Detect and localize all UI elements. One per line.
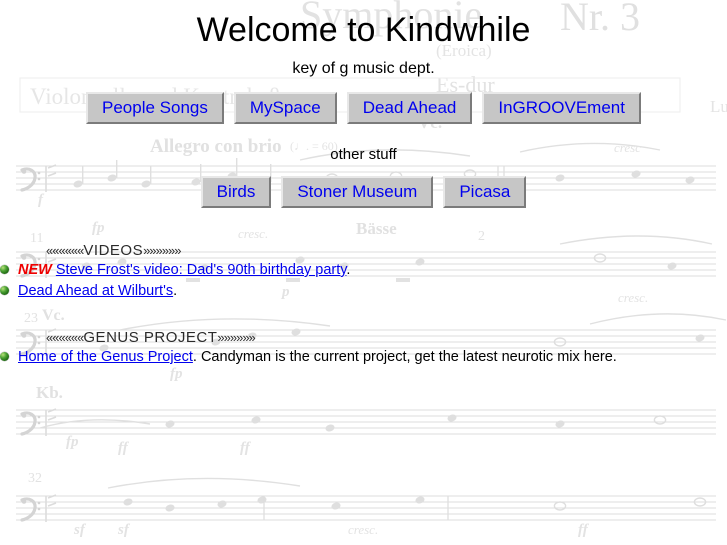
list-item-suffix: . (346, 262, 351, 278)
guillemets-right: »»»»»» (217, 330, 255, 345)
guillemets-right: »»»»»» (143, 243, 181, 258)
videos-section-heading: ««««««VIDEOS»»»»»» (0, 208, 727, 260)
genus-section-heading: ««««««GENUS PROJECT»»»»»» (0, 302, 727, 347)
nav-button-picasa[interactable]: Picasa (443, 176, 527, 208)
nav-button-stoner-museum[interactable]: Stoner Museum (281, 176, 434, 208)
page-title: Welcome to Kindwhile (196, 11, 531, 49)
nav-button-people-songs[interactable]: People Songs (86, 92, 224, 124)
list-item: NEW Steve Frost's video: Dad's 90th birth… (0, 260, 727, 281)
page-root: Welcome to Kindwhile key of g music dept… (0, 0, 727, 545)
page-subtitle: key of g music dept. (292, 60, 435, 77)
genus-description-text: . Candyman is the current project, get t… (192, 349, 617, 365)
video-link-dead-ahead-wilburts[interactable]: Dead Ahead at Wilburt's (18, 283, 173, 299)
videos-heading-text: VIDEOS (83, 242, 144, 259)
list-item: Dead Ahead at Wilburt's. (0, 281, 727, 302)
nav-button-ingroovement[interactable]: InGROOVEment (482, 92, 641, 124)
nav-button-myspace[interactable]: MySpace (233, 92, 337, 124)
genus-home-link[interactable]: Home of the Genus Project (18, 349, 193, 365)
nav-button-dead-ahead[interactable]: Dead Ahead (346, 92, 473, 124)
primary-nav: People Songs MySpace Dead Ahead InGROOVEmen… (0, 78, 727, 124)
genus-heading-text: GENUS PROJECT (83, 329, 218, 346)
new-badge: NEW (18, 262, 52, 278)
videos-list: NEW Steve Frost's video: Dad's 90th birth… (0, 260, 727, 302)
list-item: Home of the Genus Project. Candyman is t… (0, 347, 727, 368)
video-link-steve-frost[interactable]: Steve Frost's video: Dad's 90th birthday… (56, 262, 347, 278)
guillemets-left: «««««« (46, 330, 84, 345)
secondary-nav: Birds Stoner Museum Picasa (0, 164, 727, 208)
other-stuff-heading: other stuff (330, 146, 397, 163)
genus-list: Home of the Genus Project. Candyman is t… (0, 347, 727, 368)
nav-button-birds[interactable]: Birds (200, 176, 272, 208)
guillemets-left: «««««« (46, 243, 84, 258)
list-item-suffix: . (173, 283, 178, 299)
